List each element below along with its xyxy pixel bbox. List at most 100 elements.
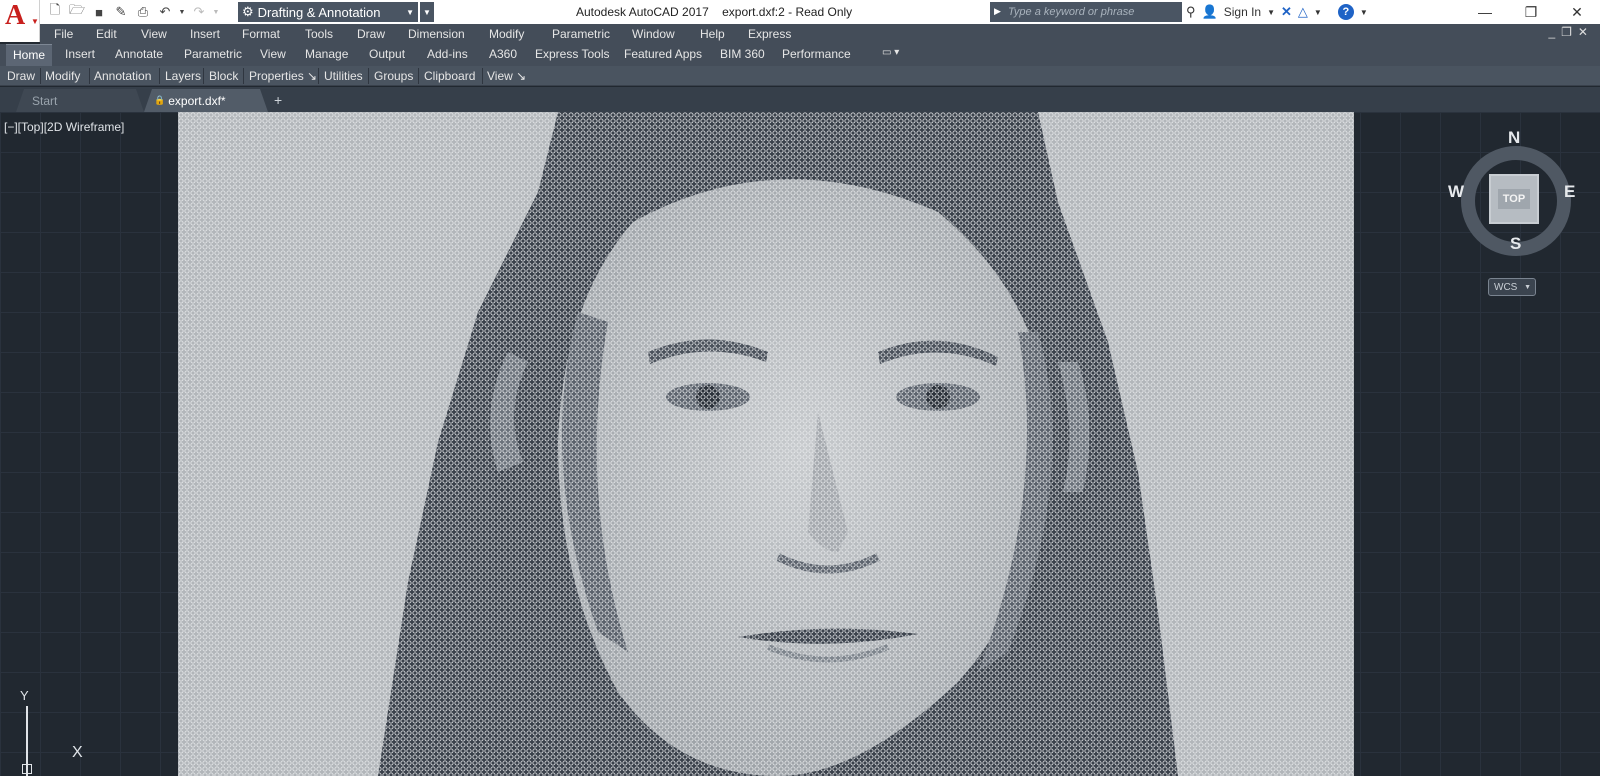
ribbon-tabs: Home Insert Annotate Parametric View Man…: [0, 44, 1600, 66]
tab-start-label: Start: [32, 93, 58, 108]
halftone-portrait-drawing: [178, 112, 1354, 776]
open-folder-icon[interactable]: 🗁: [68, 2, 86, 21]
minimize-button[interactable]: —: [1462, 0, 1508, 24]
ribbon-toggle-icon[interactable]: ▭ ▾: [882, 47, 899, 58]
tab-view[interactable]: View: [260, 47, 286, 61]
user-icon[interactable]: 👤: [1202, 4, 1218, 20]
workspace-select[interactable]: ⚙ Drafting & Annotation ▼: [238, 2, 418, 22]
file-tabs: Start 🔒 export.dxf* +: [0, 87, 1600, 112]
drawing-canvas[interactable]: [−][Top][2D Wireframe] TOP N S E W WCS ▼…: [0, 112, 1600, 776]
print-icon[interactable]: ⎙: [134, 3, 152, 21]
lock-icon: 🔒: [154, 95, 166, 105]
tab-add-ins[interactable]: Add-ins: [427, 47, 468, 61]
panel-divider: [418, 68, 419, 84]
ucs-origin-box: [22, 764, 32, 774]
ribbon-panels: Draw Modify Annotation Layers Block Prop…: [0, 66, 1600, 86]
ucs-x-label: X: [72, 744, 83, 761]
exchange-apps-icon[interactable]: ✕: [1281, 4, 1292, 20]
menu-window[interactable]: Window: [632, 27, 675, 41]
menu-draw[interactable]: Draw: [357, 27, 385, 41]
autocad-logo-icon: A: [5, 0, 26, 31]
window-title: Autodesk AutoCAD 2017 export.dxf:2 - Rea…: [576, 5, 853, 19]
panel-view[interactable]: View ↘: [487, 69, 526, 83]
undo-dropdown-icon[interactable]: ▼: [178, 3, 186, 21]
tab-file-label: export.dxf*: [168, 93, 226, 108]
menu-modify[interactable]: Modify: [489, 27, 524, 41]
tab-performance[interactable]: Performance: [782, 47, 851, 61]
save-icon[interactable]: ■: [90, 3, 108, 21]
customize-qat-button[interactable]: ▼: [420, 2, 434, 22]
chevron-down-icon[interactable]: ▼: [1360, 8, 1368, 17]
menu-tools[interactable]: Tools: [305, 27, 333, 41]
chevron-down-icon: ▼: [1524, 283, 1531, 291]
title-bar: A ▼ 🗋 🗁 ■ ✎ ⎙ ↶ ▼ ↷ ▼ ⚙ Drafting & Annot…: [0, 0, 1600, 42]
chevron-down-icon[interactable]: ▼: [1314, 8, 1322, 17]
help-icon[interactable]: ?: [1337, 4, 1354, 20]
panel-properties[interactable]: Properties ↘: [249, 69, 317, 83]
new-file-icon[interactable]: 🗋: [46, 2, 64, 21]
tab-parametric[interactable]: Parametric: [184, 47, 242, 61]
titlebar-tools: ⚲ 👤 Sign In ▼ ✕ △ ▼ ? ▼: [1186, 2, 1368, 22]
tab-featured-apps[interactable]: Featured Apps: [624, 47, 702, 61]
menu-format[interactable]: Format: [242, 27, 280, 41]
gear-icon: ⚙: [242, 4, 254, 19]
menu-parametric[interactable]: Parametric: [552, 27, 610, 41]
mdi-window-controls[interactable]: _❐✕: [1549, 25, 1595, 39]
application-menu-button[interactable]: A ▼: [0, 0, 40, 42]
menu-bar: File Edit View Insert Format Tools Draw …: [40, 24, 1600, 44]
panel-modify[interactable]: Modify: [45, 69, 80, 83]
tab-output[interactable]: Output: [369, 47, 405, 61]
menu-help[interactable]: Help: [700, 27, 725, 41]
sign-in-link[interactable]: Sign In: [1224, 5, 1261, 19]
tab-express-tools[interactable]: Express Tools: [535, 47, 609, 61]
compass-north[interactable]: N: [1508, 128, 1520, 148]
chevron-down-icon: ▼: [406, 7, 414, 17]
menu-edit[interactable]: Edit: [96, 27, 117, 41]
panel-clipboard[interactable]: Clipboard: [424, 69, 475, 83]
panel-block[interactable]: Block: [209, 69, 238, 83]
compass-west[interactable]: W: [1448, 182, 1464, 202]
tab-file[interactable]: 🔒 export.dxf*: [144, 89, 268, 112]
compass-south[interactable]: S: [1510, 234, 1521, 254]
tab-insert[interactable]: Insert: [65, 47, 95, 61]
tab-start[interactable]: Start: [16, 89, 144, 112]
panel-layers[interactable]: Layers: [165, 69, 201, 83]
panel-divider: [318, 68, 319, 84]
panel-groups[interactable]: Groups: [374, 69, 413, 83]
panel-divider: [482, 68, 483, 84]
viewcube-top-face[interactable]: TOP: [1489, 174, 1539, 224]
save-as-icon[interactable]: ✎: [112, 3, 130, 21]
panel-draw[interactable]: Draw: [7, 69, 35, 83]
restore-button[interactable]: ❐: [1508, 0, 1554, 24]
panel-divider: [40, 68, 41, 84]
menu-view[interactable]: View: [141, 27, 167, 41]
chevron-down-icon[interactable]: ▼: [1267, 8, 1275, 17]
menu-dimension[interactable]: Dimension: [408, 27, 465, 41]
menu-express[interactable]: Express: [748, 27, 791, 41]
search-input[interactable]: ▶ Type a keyword or phrase: [990, 2, 1182, 22]
panel-divider: [368, 68, 369, 84]
tab-annotate[interactable]: Annotate: [115, 47, 163, 61]
menu-insert[interactable]: Insert: [190, 27, 220, 41]
menu-file[interactable]: File: [54, 27, 73, 41]
new-tab-plus-icon[interactable]: +: [274, 92, 282, 108]
binoculars-icon[interactable]: ⚲: [1186, 4, 1196, 20]
panel-divider: [203, 68, 204, 84]
tab-a360[interactable]: A360: [489, 47, 517, 61]
redo-icon[interactable]: ↷: [190, 3, 208, 21]
panel-utilities[interactable]: Utilities: [324, 69, 363, 83]
tab-bim-360[interactable]: BIM 360: [720, 47, 765, 61]
ucs-icon: Y X: [10, 688, 90, 776]
close-button[interactable]: ✕: [1554, 0, 1600, 24]
wcs-menu[interactable]: WCS ▼: [1488, 278, 1536, 296]
tab-home[interactable]: Home: [6, 44, 53, 66]
tab-manage[interactable]: Manage: [305, 47, 348, 61]
redo-dropdown-icon[interactable]: ▼: [212, 3, 220, 21]
undo-icon[interactable]: ↶: [156, 3, 174, 21]
compass-east[interactable]: E: [1564, 182, 1575, 202]
panel-annotation[interactable]: Annotation: [94, 69, 151, 83]
ucs-y-label: Y: [20, 688, 29, 703]
a360-icon[interactable]: △: [1298, 4, 1308, 20]
viewcube[interactable]: TOP N S E W: [1446, 128, 1586, 268]
viewport-controls-label[interactable]: [−][Top][2D Wireframe]: [4, 120, 124, 134]
